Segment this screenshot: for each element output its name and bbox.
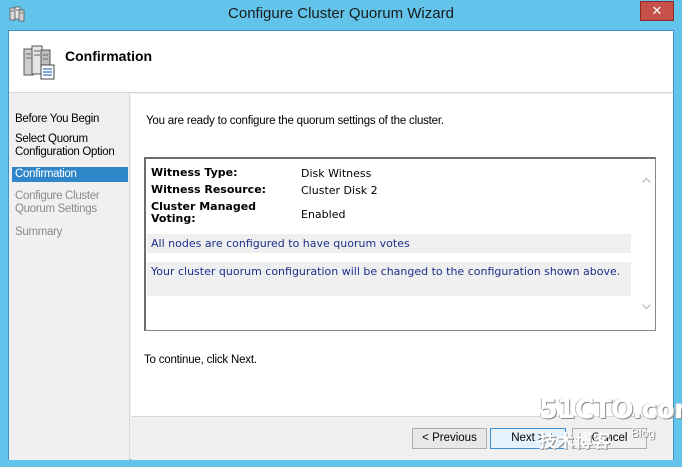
site-watermark: 51CTO.com 技术博客 Blog <box>539 394 682 454</box>
report-key: Witness Resource: <box>151 183 267 196</box>
wizard-header: Confirmation <box>9 31 673 93</box>
nav-step-before-you-begin[interactable]: Before You Begin <box>12 112 128 127</box>
report-scrollbar[interactable] <box>638 159 655 329</box>
report-value: Enabled <box>301 208 346 221</box>
intro-text: You are ready to configure the quorum se… <box>146 115 444 127</box>
continue-instruction: To continue, click Next. <box>144 354 257 366</box>
title-bar[interactable]: Configure Cluster Quorum Wizard ✕ <box>0 0 682 30</box>
watermark-logo-text: 51CTO.com <box>539 394 682 425</box>
scroll-up-icon[interactable] <box>641 175 652 186</box>
page-title: Confirmation <box>65 48 153 64</box>
wizard-step-nav: Before You Begin Select Quorum Configura… <box>9 94 130 460</box>
nav-step-configure-cluster-quorum-settings: Configure Cluster Quorum Settings <box>15 190 100 215</box>
watermark-subtitle: 技术博客 <box>539 432 611 452</box>
nav-step-confirmation[interactable]: Confirmation <box>12 167 128 182</box>
wizard-content: You are ready to configure the quorum se… <box>131 94 673 416</box>
confirmation-report[interactable]: Witness Type: Disk Witness Witness Resou… <box>144 157 656 331</box>
close-icon: ✕ <box>651 3 663 18</box>
nav-step-summary: Summary <box>15 226 63 238</box>
report-key: Cluster Managed Voting: <box>151 200 257 225</box>
previous-button[interactable]: < Previous <box>412 428 487 449</box>
nav-step-select-quorum-configuration[interactable]: Select Quorum Configuration Option <box>12 132 128 160</box>
report-note-quorum-votes: All nodes are configured to have quorum … <box>147 234 631 253</box>
watermark-blog: Blog <box>631 426 656 440</box>
report-key: Witness Type: <box>151 166 238 179</box>
report-value: Cluster Disk 2 <box>301 184 378 197</box>
close-button[interactable]: ✕ <box>640 1 674 21</box>
report-value: Disk Witness <box>301 167 372 180</box>
cluster-server-icon <box>23 45 55 80</box>
scroll-down-icon[interactable] <box>641 301 652 312</box>
window-title: Configure Cluster Quorum Wizard <box>228 5 454 22</box>
report-note-config-change: Your cluster quorum configuration will b… <box>147 262 631 296</box>
wizard-window: Configure Cluster Quorum Wizard ✕ Confir… <box>0 0 682 467</box>
